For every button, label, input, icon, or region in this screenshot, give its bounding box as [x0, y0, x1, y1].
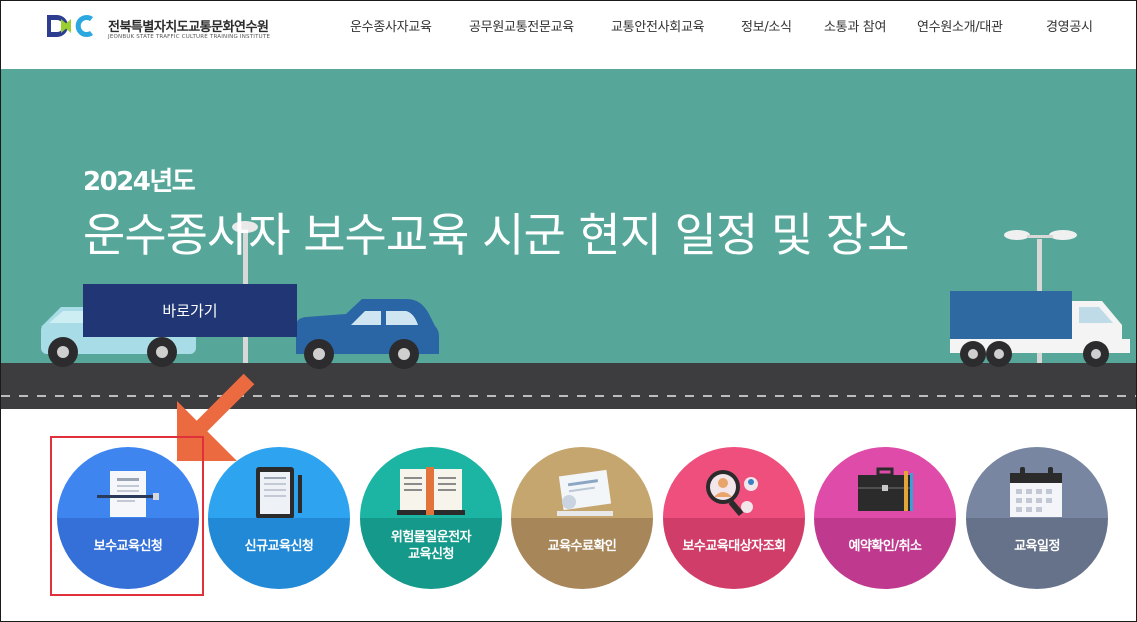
briefcase-icon	[858, 467, 913, 511]
banner-year: 2024년도	[83, 167, 196, 197]
nav-item-news[interactable]: 정보/소식	[741, 16, 792, 35]
menu-schedule[interactable]: 교육일정	[966, 447, 1108, 589]
nav-item-communication[interactable]: 소통과 참여	[824, 16, 886, 35]
calendar-icon	[1010, 467, 1062, 517]
menu-reservation[interactable]: 예약확인/취소	[814, 447, 956, 589]
nav-item-official-education[interactable]: 공무원교통전문교육	[469, 16, 574, 35]
hero-banner: 2024년도 운수종사자 보수교육 시군 현지 일정 및 장소 바로가기	[1, 69, 1136, 409]
nav-item-driver-education[interactable]: 운수종사자교육	[350, 16, 432, 35]
menu-new-application[interactable]: 신규교육신청	[208, 447, 350, 589]
magnifier-person-icon	[706, 470, 758, 517]
menu-label: 신규교육신청	[244, 538, 314, 554]
menu-hazmat-application[interactable]: 위험물질운전자 교육신청	[360, 447, 502, 589]
menu-target-lookup[interactable]: 보수교육대상자조회	[663, 447, 805, 589]
menu-label: 예약확인/취소	[848, 538, 922, 554]
main-navigation: 운수종사자교육 공무원교통전문교육 교통안전사회교육 정보/소식 소통과 참여 …	[1, 16, 1136, 36]
goto-button[interactable]: 바로가기	[83, 284, 297, 337]
document-pen-icon	[97, 471, 159, 517]
menu-label: 교육수료확인	[547, 538, 617, 554]
nav-item-about[interactable]: 연수원소개/대관	[917, 16, 1003, 35]
certificate-icon	[557, 469, 613, 516]
menu-label: 위험물질운전자 교육신청	[390, 530, 472, 562]
open-book-icon	[397, 467, 465, 515]
menu-completion-check[interactable]: 교육수료확인	[511, 447, 653, 589]
banner-headline: 운수종사자 보수교육 시군 현지 일정 및 장소	[83, 208, 909, 262]
nav-item-social-education[interactable]: 교통안전사회교육	[611, 16, 705, 35]
menu-label: 교육일정	[1014, 538, 1060, 554]
menu-label: 보수교육대상자조회	[682, 538, 786, 554]
menu-label: 보수교육신청	[93, 538, 163, 554]
menu-renewal-application[interactable]: 보수교육신청	[57, 447, 199, 589]
nav-item-disclosure[interactable]: 경영공시	[1046, 16, 1093, 35]
site-header: 전북특별자치도교통문화연수원 JEONBUK STATE TRAFFIC CUL…	[1, 1, 1136, 69]
browser-frame: 전북특별자치도교통문화연수원 JEONBUK STATE TRAFFIC CUL…	[0, 0, 1137, 622]
quick-menu: 보수교육신청 신규교육신청 위험물질운전자 교육신청 교육수료확인 보수교육대상…	[1, 409, 1136, 621]
tablet-pen-icon	[256, 467, 302, 518]
car-blue-icon	[296, 299, 439, 369]
